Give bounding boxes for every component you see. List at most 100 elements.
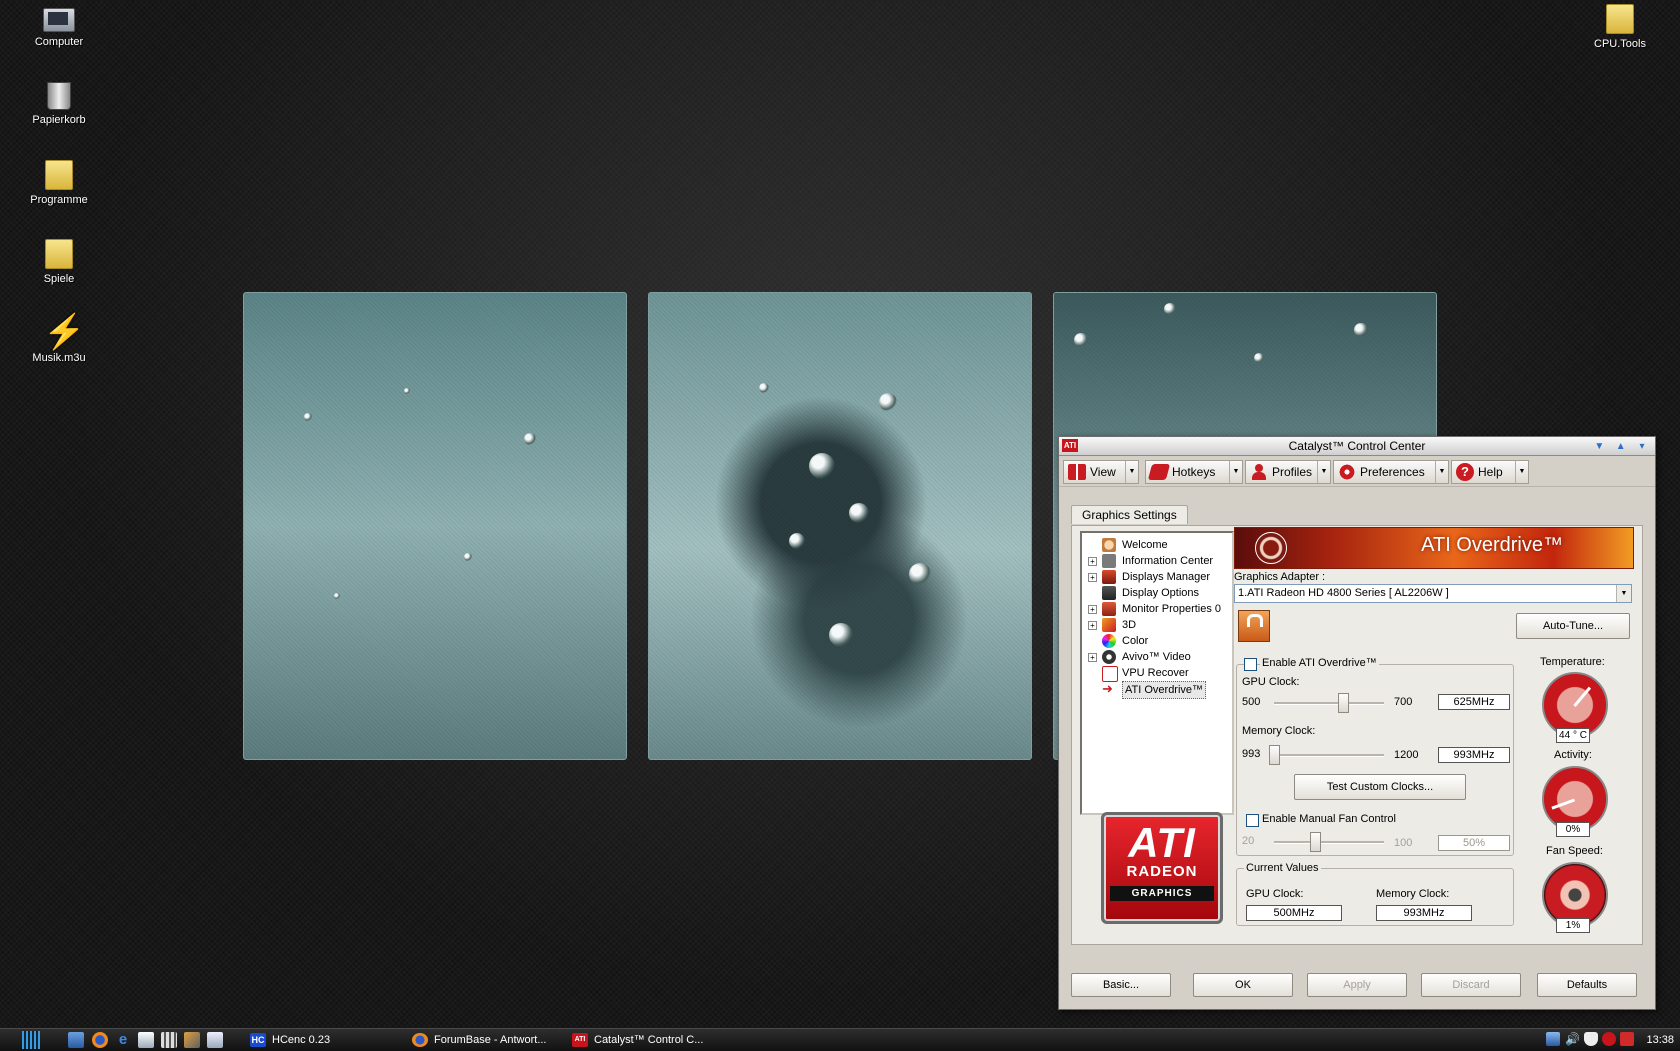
memory-clock-slider-thumb[interactable] [1269, 745, 1280, 765]
desktop-icon-computer[interactable]: Computer [16, 4, 102, 48]
desktop-icon-label: Spiele [43, 273, 75, 285]
antivirus-icon[interactable] [1620, 1032, 1634, 1046]
expand-icon[interactable]: + [1088, 653, 1097, 662]
information-icon [1102, 554, 1116, 568]
ok-button[interactable]: OK [1193, 973, 1293, 997]
profiles-menu-button[interactable]: Profiles ▼ [1245, 460, 1331, 484]
memory-clock-min: 993 [1242, 748, 1261, 760]
recycle-bin-icon [47, 82, 71, 110]
taskbar-item-label: ForumBase - Antwort... [434, 1034, 547, 1046]
network-icon[interactable] [1546, 1032, 1560, 1046]
current-gpu-clock-value: 500MHz [1246, 905, 1342, 921]
ati-icon: ATI [572, 1033, 588, 1048]
taskbar-item-hcenc[interactable]: HC HCenc 0.23 [250, 1031, 330, 1049]
internet-explorer-icon[interactable]: e [115, 1032, 131, 1048]
current-memory-clock-value: 993MHz [1376, 905, 1472, 921]
navigation-tree[interactable]: Welcome + Information Center + Displays … [1080, 531, 1234, 815]
chevron-down-icon[interactable]: ▼ [1616, 585, 1631, 602]
desktop-icon-label: Computer [34, 36, 84, 48]
main-content: Welcome + Information Center + Displays … [1071, 525, 1643, 945]
tab-graphics-settings[interactable]: Graphics Settings [1071, 505, 1188, 524]
taskbar-item-forumbase[interactable]: ForumBase - Antwort... [412, 1031, 546, 1049]
view-menu-button[interactable]: View ▼ [1063, 460, 1139, 484]
chevron-down-icon[interactable]: ▼ [1515, 461, 1528, 483]
welcome-icon [1102, 538, 1116, 552]
explorer-icon[interactable] [138, 1032, 154, 1048]
start-button[interactable] [22, 1031, 40, 1049]
folder-icon [1606, 4, 1634, 34]
banner-title: ATI Overdrive™ [1421, 534, 1563, 556]
title-bar[interactable]: ATI Catalyst™ Control Center ▼ ▲ ▾ [1059, 437, 1655, 456]
desktop-icon-label: Programme [30, 194, 88, 206]
show-desktop-icon[interactable] [68, 1032, 84, 1048]
auto-tune-button[interactable]: Auto-Tune... [1516, 613, 1630, 639]
tools-icon[interactable] [184, 1032, 200, 1048]
help-icon: ? [1456, 463, 1474, 481]
notepad-icon[interactable] [207, 1032, 223, 1048]
folder-icon [45, 239, 73, 269]
tree-item-label: VPU Recover [1122, 667, 1189, 679]
firefox-icon[interactable] [92, 1032, 108, 1048]
taskbar-item-catalyst[interactable]: ATI Catalyst™ Control C... [572, 1031, 703, 1049]
desktop-icon-cpu-tools[interactable]: CPU.Tools [1577, 4, 1663, 50]
gpu-clock-value[interactable]: 625MHz [1438, 694, 1510, 710]
expand-icon[interactable]: + [1088, 621, 1097, 630]
application-icon[interactable] [161, 1032, 177, 1048]
desktop-icon-label: Musik.m3u [32, 352, 86, 364]
fan-min: 20 [1242, 835, 1255, 847]
maximize-icon[interactable]: ▲ [1612, 439, 1630, 454]
toolbar: View ▼ Hotkeys ▼ Profiles ▼ Preferences … [1059, 456, 1655, 487]
lock-icon[interactable] [1238, 610, 1270, 642]
enable-overdrive-checkbox[interactable] [1244, 658, 1257, 671]
expand-icon[interactable]: + [1088, 557, 1097, 566]
chevron-down-icon[interactable]: ▼ [1125, 461, 1138, 483]
displays-manager-icon [1102, 570, 1116, 584]
hotkeys-menu-button[interactable]: Hotkeys ▼ [1145, 460, 1243, 484]
memory-clock-value[interactable]: 993MHz [1438, 747, 1510, 763]
clock[interactable]: 13:38 [1646, 1029, 1674, 1051]
fan-speed-slider[interactable] [1274, 841, 1384, 844]
basic-button[interactable]: Basic... [1071, 973, 1171, 997]
ati-tray-icon[interactable] [1602, 1032, 1616, 1046]
desktop-icon-recycle-bin[interactable]: Papierkorb [16, 82, 102, 126]
volume-icon[interactable]: 🔊 [1565, 1032, 1580, 1046]
apply-button[interactable]: Apply [1307, 973, 1407, 997]
tree-item-label: Monitor Properties 0 [1122, 603, 1222, 615]
security-shield-icon[interactable] [1584, 1032, 1598, 1046]
current-gpu-clock-label: GPU Clock: [1246, 888, 1304, 900]
chevron-down-icon[interactable]: ▼ [1435, 461, 1448, 483]
memory-clock-slider[interactable] [1274, 754, 1384, 757]
tree-item-label: Avivo™ Video [1122, 651, 1191, 663]
firefox-icon [412, 1033, 428, 1048]
activity-value: 0% [1556, 822, 1590, 837]
help-menu-button[interactable]: ? Help ▼ [1451, 460, 1529, 484]
gpu-clock-slider-thumb[interactable] [1337, 693, 1349, 713]
tree-item-label: ATI Overdrive™ [1122, 681, 1207, 699]
discard-button[interactable]: Discard [1421, 973, 1521, 997]
test-custom-clocks-button[interactable]: Test Custom Clocks... [1294, 774, 1466, 800]
ati-radeon-logo: ATI RADEON GRAPHICS [1101, 812, 1223, 924]
fan-speed-value: 50% [1438, 835, 1510, 851]
color-icon [1102, 634, 1116, 648]
desktop-icon-programme[interactable]: Programme [16, 160, 102, 206]
preferences-menu-button[interactable]: Preferences ▼ [1333, 460, 1449, 484]
wallpaper-panel-left [243, 292, 627, 760]
overdrive-banner: ATI Overdrive™ [1234, 527, 1634, 569]
graphics-adapter-select[interactable]: 1.ATI Radeon HD 4800 Series [ AL2206W ] … [1234, 584, 1632, 603]
gpu-clock-slider[interactable] [1274, 702, 1384, 705]
expand-icon[interactable]: + [1088, 605, 1097, 614]
fan-speed-slider-thumb[interactable] [1310, 832, 1322, 852]
desktop-icon-musik[interactable]: ⚡ Musik.m3u [16, 315, 102, 364]
close-icon[interactable]: ▾ [1633, 439, 1651, 454]
chevron-down-icon[interactable]: ▼ [1317, 461, 1330, 483]
view-icon [1068, 464, 1086, 480]
defaults-button[interactable]: Defaults [1537, 973, 1637, 997]
hotkeys-icon [1147, 464, 1171, 480]
graphics-adapter-value: 1.ATI Radeon HD 4800 Series [ AL2206W ] [1238, 587, 1449, 599]
minimize-icon[interactable]: ▼ [1590, 439, 1608, 454]
expand-icon[interactable]: + [1088, 573, 1097, 582]
enable-fan-control-checkbox[interactable] [1246, 814, 1259, 827]
taskbar: e HC HCenc 0.23 ForumBase - Antwort... AT… [0, 1028, 1680, 1051]
chevron-down-icon[interactable]: ▼ [1229, 461, 1242, 483]
desktop-icon-spiele[interactable]: Spiele [16, 239, 102, 285]
